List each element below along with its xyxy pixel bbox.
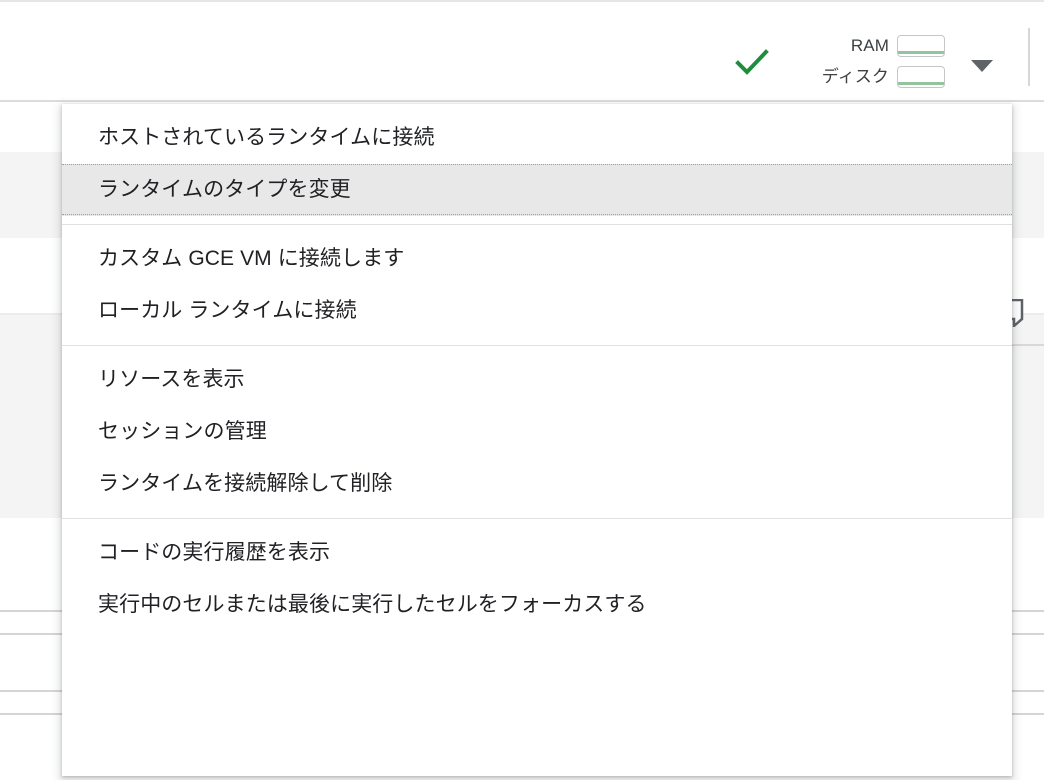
usage-bar-icon xyxy=(897,65,945,88)
menu-item-label: ランタイムを接続解除して削除 xyxy=(98,472,393,496)
usage-bar-fill xyxy=(898,50,944,54)
resource-usage-meters[interactable]: RAM ディスク xyxy=(790,30,945,92)
resource-meter-label: ディスク xyxy=(821,67,889,86)
connected-check-icon xyxy=(735,48,769,78)
gutter-divider xyxy=(1012,344,1044,346)
menu-group: ホストされているランタイムに接続 ランタイムのタイプを変更 xyxy=(62,112,1012,216)
menu-item-label: ローカル ランタイムに接続 xyxy=(98,299,357,323)
menu-separator xyxy=(62,345,1012,346)
menu-group: コードの実行履歴を表示 実行中のセルまたは最後に実行したセルをフォーカスする xyxy=(62,527,1012,631)
usage-bar-icon xyxy=(897,34,945,57)
menu-separator xyxy=(62,518,1012,519)
chevron-down-icon[interactable] xyxy=(971,60,993,72)
menu-item-connect-hosted-runtime[interactable]: ホストされているランタイムに接続 xyxy=(62,112,1012,164)
toolbar-divider xyxy=(0,100,1044,102)
menu-item-label: リソースを表示 xyxy=(98,368,245,392)
usage-bar-fill xyxy=(898,81,944,85)
resource-meter-label: RAM xyxy=(850,36,889,55)
menu-item-label: コードの実行履歴を表示 xyxy=(98,541,331,565)
menu-item-connect-local-runtime[interactable]: ローカル ランタイムに接続 xyxy=(62,285,1012,337)
menu-item-manage-sessions[interactable]: セッションの管理 xyxy=(62,406,1012,458)
app-window: RAM ディスク ホストされているランタイムに接続 ランタイムのタイプを変更 カ… xyxy=(0,0,1044,780)
menu-item-change-runtime-type[interactable]: ランタイムのタイプを変更 xyxy=(62,164,1012,216)
menu-item-connect-custom-gce-vm[interactable]: カスタム GCE VM に接続します xyxy=(62,233,1012,285)
menu-item-view-resources[interactable]: リソースを表示 xyxy=(62,354,1012,406)
menu-item-view-execution-history[interactable]: コードの実行履歴を表示 xyxy=(62,527,1012,579)
toolbar-vertical-divider xyxy=(1028,28,1030,86)
menu-item-label: ランタイムのタイプを変更 xyxy=(98,178,351,202)
resource-meter-disk[interactable]: ディスク xyxy=(790,61,945,92)
menu-group: カスタム GCE VM に接続します ローカル ランタイムに接続 xyxy=(62,233,1012,337)
connection-status-cluster[interactable]: RAM ディスク xyxy=(700,0,1044,100)
menu-separator xyxy=(62,224,1012,225)
menu-item-label: ホストされているランタイムに接続 xyxy=(98,126,435,150)
menu-item-disconnect-and-delete-runtime[interactable]: ランタイムを接続解除して削除 xyxy=(62,458,1012,510)
resource-meter-ram[interactable]: RAM xyxy=(790,30,945,61)
menu-item-focus-running-or-last-executed-cell[interactable]: 実行中のセルまたは最後に実行したセルをフォーカスする xyxy=(62,579,1012,631)
menu-group: リソースを表示 セッションの管理 ランタイムを接続解除して削除 xyxy=(62,354,1012,510)
menu-item-label: 実行中のセルまたは最後に実行したセルをフォーカスする xyxy=(98,593,647,617)
runtime-dropdown-menu[interactable]: ホストされているランタイムに接続 ランタイムのタイプを変更 カスタム GCE V… xyxy=(62,104,1012,776)
menu-item-label: カスタム GCE VM に接続します xyxy=(98,247,405,271)
menu-item-label: セッションの管理 xyxy=(98,420,267,444)
